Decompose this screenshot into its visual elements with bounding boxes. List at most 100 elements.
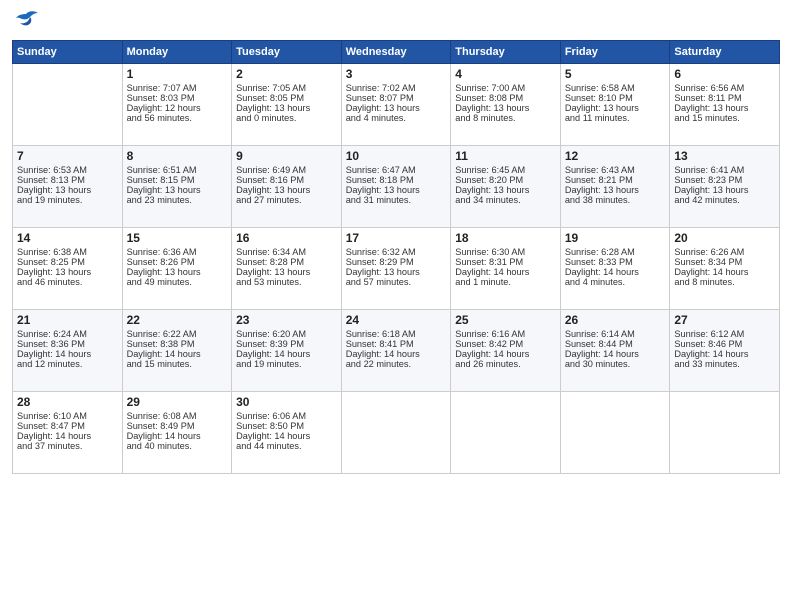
- day-info: Daylight: 14 hours: [127, 349, 228, 359]
- weekday-header: Sunday: [13, 41, 123, 64]
- day-info: and 26 minutes.: [455, 359, 556, 369]
- day-info: and 46 minutes.: [17, 277, 118, 287]
- day-info: Sunrise: 6:32 AM: [346, 247, 447, 257]
- calendar-cell: 11Sunrise: 6:45 AMSunset: 8:20 PMDayligh…: [451, 146, 561, 228]
- day-info: Sunrise: 6:16 AM: [455, 329, 556, 339]
- day-info: Sunset: 8:13 PM: [17, 175, 118, 185]
- day-info: Sunrise: 6:34 AM: [236, 247, 337, 257]
- day-info: Sunrise: 7:02 AM: [346, 83, 447, 93]
- day-info: Daylight: 13 hours: [565, 103, 666, 113]
- day-number: 27: [674, 313, 775, 327]
- day-number: 21: [17, 313, 118, 327]
- day-number: 26: [565, 313, 666, 327]
- calendar-cell: 4Sunrise: 7:00 AMSunset: 8:08 PMDaylight…: [451, 64, 561, 146]
- day-info: Sunset: 8:23 PM: [674, 175, 775, 185]
- weekday-header: Monday: [122, 41, 232, 64]
- day-info: Daylight: 14 hours: [565, 349, 666, 359]
- calendar-cell: 27Sunrise: 6:12 AMSunset: 8:46 PMDayligh…: [670, 310, 780, 392]
- calendar-cell: 2Sunrise: 7:05 AMSunset: 8:05 PMDaylight…: [232, 64, 342, 146]
- day-number: 29: [127, 395, 228, 409]
- calendar-cell: 9Sunrise: 6:49 AMSunset: 8:16 PMDaylight…: [232, 146, 342, 228]
- day-info: Daylight: 14 hours: [455, 267, 556, 277]
- logo: [12, 10, 44, 32]
- calendar-cell: 3Sunrise: 7:02 AMSunset: 8:07 PMDaylight…: [341, 64, 451, 146]
- calendar-cell: 18Sunrise: 6:30 AMSunset: 8:31 PMDayligh…: [451, 228, 561, 310]
- day-info: Sunset: 8:25 PM: [17, 257, 118, 267]
- day-info: Daylight: 13 hours: [236, 267, 337, 277]
- day-number: 13: [674, 149, 775, 163]
- day-info: Sunrise: 7:07 AM: [127, 83, 228, 93]
- day-info: and 27 minutes.: [236, 195, 337, 205]
- day-info: Sunrise: 6:06 AM: [236, 411, 337, 421]
- calendar-cell: 16Sunrise: 6:34 AMSunset: 8:28 PMDayligh…: [232, 228, 342, 310]
- calendar-cell: [560, 392, 670, 474]
- calendar-week-row: 28Sunrise: 6:10 AMSunset: 8:47 PMDayligh…: [13, 392, 780, 474]
- day-info: Sunset: 8:44 PM: [565, 339, 666, 349]
- day-number: 10: [346, 149, 447, 163]
- day-info: and 49 minutes.: [127, 277, 228, 287]
- day-info: and 30 minutes.: [565, 359, 666, 369]
- day-number: 15: [127, 231, 228, 245]
- day-info: Daylight: 14 hours: [565, 267, 666, 277]
- calendar-cell: 24Sunrise: 6:18 AMSunset: 8:41 PMDayligh…: [341, 310, 451, 392]
- day-info: Daylight: 14 hours: [674, 267, 775, 277]
- calendar-cell: 28Sunrise: 6:10 AMSunset: 8:47 PMDayligh…: [13, 392, 123, 474]
- calendar-cell: 23 Sunrise: 6:20 AMSunset: 8:39 PMDayligh…: [232, 310, 342, 392]
- day-info: Daylight: 13 hours: [674, 103, 775, 113]
- day-number: 24: [346, 313, 447, 327]
- day-number: 5: [565, 67, 666, 81]
- calendar-cell: 1Sunrise: 7:07 AMSunset: 8:03 PMDaylight…: [122, 64, 232, 146]
- day-info: Daylight: 13 hours: [565, 185, 666, 195]
- calendar-cell: 6Sunrise: 6:56 AMSunset: 8:11 PMDaylight…: [670, 64, 780, 146]
- day-info: Sunset: 8:20 PM: [455, 175, 556, 185]
- day-info: and 19 minutes.: [17, 195, 118, 205]
- day-info: Daylight: 13 hours: [17, 185, 118, 195]
- day-info: Daylight: 14 hours: [236, 349, 337, 359]
- day-number: 18: [455, 231, 556, 245]
- calendar-cell: [341, 392, 451, 474]
- day-info: Sunrise: 6:20 AM: [236, 329, 337, 339]
- day-info: Sunrise: 6:22 AM: [127, 329, 228, 339]
- day-number: 30: [236, 395, 337, 409]
- calendar-cell: [670, 392, 780, 474]
- day-info: Sunrise: 6:41 AM: [674, 165, 775, 175]
- day-info: Sunset: 8:34 PM: [674, 257, 775, 267]
- day-number: 23: [236, 313, 337, 327]
- calendar-cell: 8Sunrise: 6:51 AMSunset: 8:15 PMDaylight…: [122, 146, 232, 228]
- weekday-header: Saturday: [670, 41, 780, 64]
- day-info: Daylight: 14 hours: [455, 349, 556, 359]
- day-info: Sunrise: 6:28 AM: [565, 247, 666, 257]
- day-info: Sunrise: 6:53 AM: [17, 165, 118, 175]
- calendar-cell: 26Sunrise: 6:14 AMSunset: 8:44 PMDayligh…: [560, 310, 670, 392]
- day-info: and 4 minutes.: [565, 277, 666, 287]
- day-info: and 23 minutes.: [127, 195, 228, 205]
- calendar-cell: 19Sunrise: 6:28 AMSunset: 8:33 PMDayligh…: [560, 228, 670, 310]
- calendar-cell: 17Sunrise: 6:32 AMSunset: 8:29 PMDayligh…: [341, 228, 451, 310]
- day-info: and 31 minutes.: [346, 195, 447, 205]
- day-info: Sunrise: 6:18 AM: [346, 329, 447, 339]
- calendar-cell: [13, 64, 123, 146]
- day-info: Daylight: 13 hours: [346, 103, 447, 113]
- day-info: Daylight: 13 hours: [127, 185, 228, 195]
- day-number: 9: [236, 149, 337, 163]
- day-number: 25: [455, 313, 556, 327]
- calendar-header-row: SundayMondayTuesdayWednesdayThursdayFrid…: [13, 41, 780, 64]
- day-info: Sunset: 8:50 PM: [236, 421, 337, 431]
- day-info: Sunset: 8:18 PM: [346, 175, 447, 185]
- calendar-cell: [451, 392, 561, 474]
- day-info: and 8 minutes.: [674, 277, 775, 287]
- day-info: Sunrise: 6:24 AM: [17, 329, 118, 339]
- day-info: Sunset: 8:39 PM: [236, 339, 337, 349]
- day-info: Daylight: 14 hours: [17, 349, 118, 359]
- day-info: Daylight: 13 hours: [127, 267, 228, 277]
- day-number: 16: [236, 231, 337, 245]
- calendar-cell: 21Sunrise: 6:24 AMSunset: 8:36 PMDayligh…: [13, 310, 123, 392]
- page-container: SundayMondayTuesdayWednesdayThursdayFrid…: [0, 0, 792, 482]
- calendar-cell: 15Sunrise: 6:36 AMSunset: 8:26 PMDayligh…: [122, 228, 232, 310]
- day-info: and 15 minutes.: [127, 359, 228, 369]
- day-number: 3: [346, 67, 447, 81]
- calendar-week-row: 21Sunrise: 6:24 AMSunset: 8:36 PMDayligh…: [13, 310, 780, 392]
- weekday-header: Tuesday: [232, 41, 342, 64]
- calendar-cell: 20Sunrise: 6:26 AMSunset: 8:34 PMDayligh…: [670, 228, 780, 310]
- day-info: and 38 minutes.: [565, 195, 666, 205]
